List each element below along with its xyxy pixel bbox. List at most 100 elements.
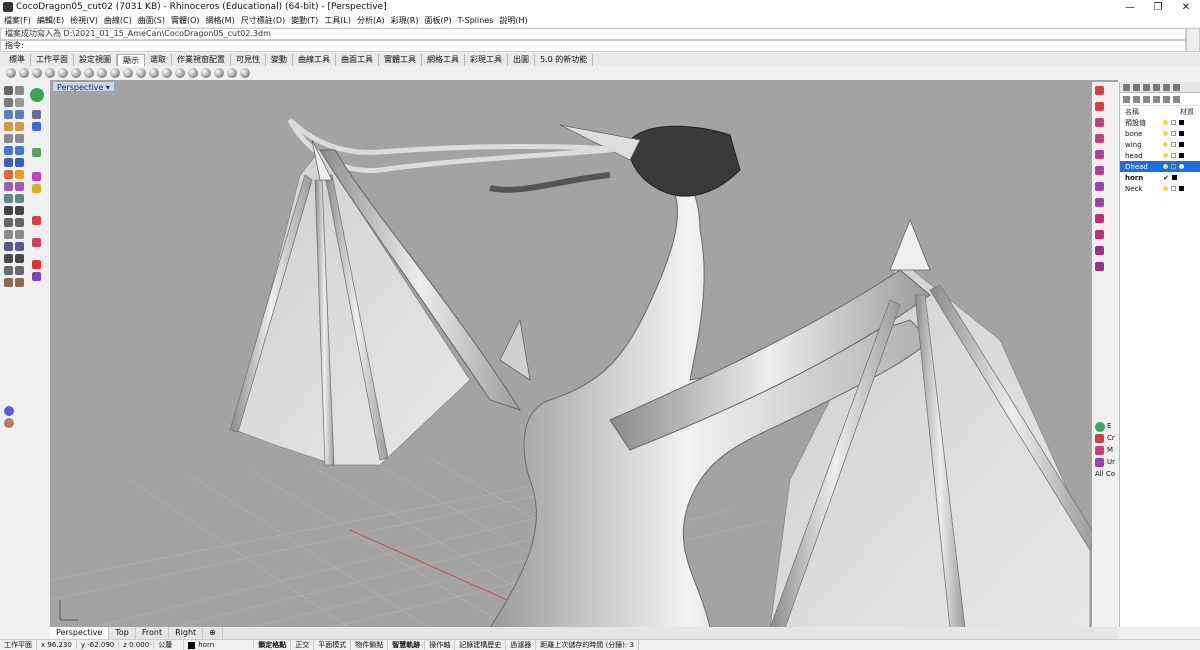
technical-sphere-icon[interactable] [71,68,81,78]
array-icon[interactable] [15,230,24,239]
tab-viewport-layout[interactable]: 作業視窗配置 [172,54,231,66]
raytraced-sphere-icon[interactable] [123,68,133,78]
tab-right[interactable]: Right [169,627,204,639]
modify-icon[interactable] [1095,446,1104,455]
enable-icon[interactable] [1095,422,1105,432]
tab-transform[interactable]: 變動 [266,54,293,66]
layer-color-swatch[interactable] [1179,131,1184,136]
history-icon[interactable] [15,266,24,275]
help-tab-icon[interactable] [1153,83,1160,91]
minimize-button[interactable]: — [1116,2,1144,13]
tsplines-icon[interactable] [32,272,41,281]
move-down-icon[interactable] [1163,95,1170,103]
material-tool-icon[interactable] [1095,102,1104,111]
menu-curve[interactable]: 曲線(C) [104,15,132,26]
menu-panels[interactable]: 面板(P) [425,15,452,26]
scale-icon[interactable] [15,218,24,227]
named-position-icon[interactable] [1095,262,1104,271]
menu-render[interactable]: 彩現(R) [391,15,419,26]
tab-perspective[interactable]: Perspective [50,627,110,639]
rectangle-icon[interactable] [4,122,13,131]
wrench-icon[interactable] [4,266,13,275]
new-sublayer-icon[interactable] [1133,95,1140,103]
tab-solid-tools[interactable]: 實體工具 [379,54,422,66]
light-tool-icon[interactable] [1095,134,1104,143]
menu-view[interactable]: 檢視(V) [70,15,98,26]
toggle-osnap[interactable]: 物件鎖點 [351,640,389,650]
tab-drafting[interactable]: 出圖 [508,54,535,66]
render-tool-icon[interactable] [1095,86,1104,95]
command-input[interactable]: 指令: [0,40,1186,52]
menu-tsplines[interactable]: T-Splines [458,16,494,25]
menu-tools[interactable]: 工具(L) [324,15,351,26]
power-icon[interactable] [30,88,44,102]
zebra-icon[interactable] [162,68,172,78]
layer-color-swatch[interactable] [1179,153,1184,158]
menu-surface[interactable]: 曲面(S) [138,15,165,26]
close-button[interactable]: ✕ [1172,2,1200,13]
tab-curve-tools[interactable]: 曲線工具 [293,54,336,66]
cplane-label[interactable]: 工作平面 [0,640,37,650]
menu-mesh[interactable]: 網格(M) [206,15,235,26]
toggle-ortho[interactable]: 正交 [291,640,315,650]
tab-render-tools[interactable]: 彩現工具 [465,54,508,66]
new-layer-icon[interactable] [1123,95,1130,103]
visibility-bulb-icon[interactable] [1163,153,1168,158]
mesh-icon[interactable] [4,182,13,191]
point-icon[interactable] [15,86,24,95]
viewport-canvas[interactable] [50,80,1118,628]
perspective-viewport[interactable]: Perspective ▾ [50,80,1118,628]
lock-icon[interactable] [1171,153,1176,158]
grid-icon[interactable] [4,254,13,263]
render-icon[interactable] [32,216,41,225]
viewport-dropdown-icon[interactable]: ▾ [106,83,110,92]
filter-icon[interactable] [1173,95,1180,103]
copy-icon[interactable] [15,206,24,215]
mirror-icon[interactable] [4,230,13,239]
sphere-blue-icon[interactable] [4,406,14,416]
tab-set-view[interactable]: 設定視圖 [74,54,117,66]
curve-icon[interactable] [15,98,24,107]
lights-tab-icon[interactable] [1173,83,1180,91]
loft-icon[interactable] [15,146,24,155]
environment-icon[interactable] [175,68,185,78]
freeform-icon[interactable] [15,134,24,143]
toggle-record-history[interactable]: 記錄建構歷史 [455,640,507,650]
curvature-icon[interactable] [201,68,211,78]
current-layer[interactable]: horn [184,641,255,649]
lock-icon[interactable] [1171,142,1176,147]
visibility-bulb-icon[interactable] [1163,131,1168,136]
check-icon[interactable] [15,254,24,263]
visibility-bulb-icon[interactable] [1163,142,1168,147]
ghosted-sphere-icon[interactable] [45,68,55,78]
dimension-icon[interactable] [4,242,13,251]
shaded-sphere-icon[interactable] [19,68,29,78]
menu-edit[interactable]: 編輯(E) [37,15,64,26]
move-up-icon[interactable] [1153,95,1160,103]
lock-icon[interactable] [1171,131,1176,136]
current-icon[interactable] [1095,434,1104,443]
menu-help[interactable]: 說明(H) [499,15,527,26]
texture-tool-icon[interactable] [1095,118,1104,127]
toggle-filter[interactable]: 過濾器 [506,640,537,650]
chamfer-icon[interactable] [15,194,24,203]
toggle-grid-snap[interactable]: 鎖定格點 [254,640,292,650]
gradient-icon[interactable] [188,68,198,78]
solid-sphere-icon[interactable] [15,170,24,179]
tab-new-in-v5[interactable]: 5.0 的新功能 [535,54,594,66]
ellipse-icon[interactable] [4,134,13,143]
layer-row[interactable]: horn ✔ [1120,172,1200,183]
layer-color-swatch[interactable] [1171,175,1177,180]
layer-row[interactable]: Neck [1120,183,1200,194]
edge-analysis-icon[interactable] [227,68,237,78]
tab-surface-tools[interactable]: 曲面工具 [336,54,379,66]
polygon-icon[interactable] [15,122,24,131]
ground-tool-icon[interactable] [1095,198,1104,207]
solid-box-icon[interactable] [4,170,13,179]
monitor-icon[interactable] [240,68,250,78]
layer-row[interactable]: 預設值 [1120,117,1200,128]
visibility-bulb-icon[interactable] [1163,186,1168,191]
settings-gear-icon[interactable] [4,418,14,428]
boolean-icon[interactable] [15,182,24,191]
tab-cplanes[interactable]: 工作平面 [31,54,74,66]
